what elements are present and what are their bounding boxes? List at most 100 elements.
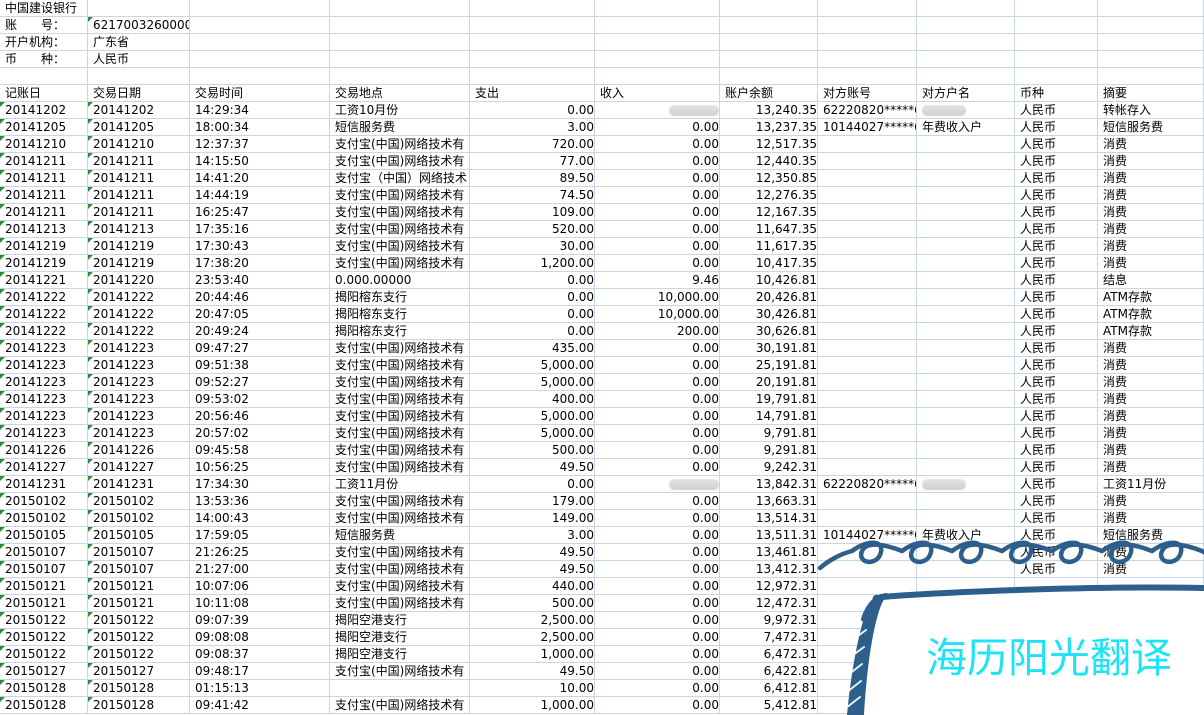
table-cell[interactable]: 0.00: [595, 646, 720, 663]
table-cell[interactable]: 0.00: [595, 527, 720, 544]
table-cell[interactable]: [720, 51, 818, 68]
table-cell[interactable]: 09:08:37: [190, 646, 330, 663]
table-cell[interactable]: 消费: [1098, 374, 1204, 391]
table-cell[interactable]: 人民币: [1015, 527, 1098, 544]
table-cell[interactable]: 人民币: [1015, 204, 1098, 221]
table-cell[interactable]: 消费: [1098, 510, 1204, 527]
table-cell[interactable]: [595, 0, 720, 17]
table-cell[interactable]: [330, 17, 470, 34]
table-cell[interactable]: 消费: [1098, 340, 1204, 357]
table-cell[interactable]: 揭阳空港支行: [330, 646, 470, 663]
table-cell[interactable]: 20141222: [0, 306, 88, 323]
table-cell[interactable]: [917, 136, 1015, 153]
table-cell[interactable]: 20150107: [88, 544, 190, 561]
table-cell[interactable]: 支付宝(中国)网络技术有: [330, 238, 470, 255]
table-cell[interactable]: 5,000.00: [470, 425, 595, 442]
table-cell[interactable]: 9.46: [595, 272, 720, 289]
table-cell[interactable]: 0.00: [595, 680, 720, 697]
table-cell[interactable]: [1098, 0, 1204, 17]
table-cell[interactable]: 20141223: [88, 374, 190, 391]
table-cell[interactable]: 人民币: [1015, 102, 1098, 119]
table-cell[interactable]: 0.00: [595, 663, 720, 680]
table-cell[interactable]: 20150122: [0, 612, 88, 629]
table-cell[interactable]: 400.00: [470, 391, 595, 408]
table-cell[interactable]: 20141219: [0, 238, 88, 255]
table-cell[interactable]: 支付宝(中国)网络技术有: [330, 204, 470, 221]
table-cell[interactable]: [818, 238, 917, 255]
table-cell[interactable]: [917, 374, 1015, 391]
table-cell[interactable]: 消费: [1098, 153, 1204, 170]
table-cell[interactable]: 支付宝(中国)网络技术有: [330, 663, 470, 680]
table-cell[interactable]: 0.00: [595, 408, 720, 425]
table-cell[interactable]: 支付宝(中国)网络技术有: [330, 357, 470, 374]
table-cell[interactable]: 30,191.81: [720, 340, 818, 357]
table-cell[interactable]: [917, 221, 1015, 238]
table-cell[interactable]: 20:57:02: [190, 425, 330, 442]
table-cell[interactable]: 0.00: [595, 153, 720, 170]
table-cell[interactable]: 09:48:17: [190, 663, 330, 680]
table-cell[interactable]: 20150102: [88, 493, 190, 510]
table-cell[interactable]: 179.00: [470, 493, 595, 510]
table-cell[interactable]: 支付宝(中国)网络技术有: [330, 408, 470, 425]
table-cell[interactable]: [818, 255, 917, 272]
table-cell[interactable]: 20141205: [0, 119, 88, 136]
table-cell[interactable]: 消费: [1098, 136, 1204, 153]
table-cell[interactable]: [917, 153, 1015, 170]
table-cell[interactable]: 20141220: [88, 272, 190, 289]
table-cell[interactable]: 20141227: [88, 459, 190, 476]
table-cell[interactable]: 0.00: [470, 102, 595, 119]
table-cell[interactable]: 12,276.35: [720, 187, 818, 204]
table-cell[interactable]: [190, 17, 330, 34]
table-cell[interactable]: [595, 34, 720, 51]
table-cell[interactable]: 435.00: [470, 340, 595, 357]
table-cell[interactable]: [1015, 51, 1098, 68]
table-cell[interactable]: 10,417.35: [720, 255, 818, 272]
table-cell[interactable]: 支付宝(中国)网络技术有: [330, 374, 470, 391]
table-cell[interactable]: [1015, 17, 1098, 34]
table-cell[interactable]: 20141223: [0, 340, 88, 357]
table-cell[interactable]: 0.00: [470, 306, 595, 323]
table-cell[interactable]: [917, 391, 1015, 408]
table-cell[interactable]: 支付宝(中国)网络技术有: [330, 561, 470, 578]
table-cell[interactable]: [917, 68, 1015, 85]
table-cell[interactable]: 13,511.31: [720, 527, 818, 544]
table-cell[interactable]: 09:08:08: [190, 629, 330, 646]
table-cell[interactable]: 20150102: [0, 493, 88, 510]
table-cell[interactable]: [1098, 68, 1204, 85]
table-cell[interactable]: 0.00: [470, 289, 595, 306]
table-cell[interactable]: 20150128: [0, 697, 88, 714]
table-cell[interactable]: [0, 68, 88, 85]
table-cell[interactable]: [917, 612, 1015, 629]
table-cell[interactable]: 10,426.81: [720, 272, 818, 289]
table-cell[interactable]: 支付宝(中国)网络技术有: [330, 340, 470, 357]
table-cell[interactable]: 10144027*****62: [818, 527, 917, 544]
table-cell[interactable]: 20141223: [0, 425, 88, 442]
table-cell[interactable]: [1015, 646, 1098, 663]
column-header[interactable]: 交易地点: [330, 85, 470, 102]
table-cell[interactable]: [330, 34, 470, 51]
table-cell[interactable]: 20150121: [88, 578, 190, 595]
table-cell[interactable]: [818, 204, 917, 221]
table-cell[interactable]: 20141231: [88, 476, 190, 493]
table-cell[interactable]: 支付宝(中国)网络技术有: [330, 136, 470, 153]
branch-value-cell[interactable]: 广东省: [88, 34, 190, 51]
table-cell[interactable]: [818, 221, 917, 238]
table-cell[interactable]: 0.00: [595, 340, 720, 357]
table-cell[interactable]: [1098, 697, 1204, 714]
table-cell[interactable]: 5,000.00: [470, 374, 595, 391]
table-cell[interactable]: [1098, 680, 1204, 697]
table-cell[interactable]: [470, 68, 595, 85]
table-cell[interactable]: [330, 51, 470, 68]
table-cell[interactable]: 13,663.31: [720, 493, 818, 510]
table-cell[interactable]: 10.00: [470, 680, 595, 697]
table-cell[interactable]: 20141211: [0, 204, 88, 221]
table-cell[interactable]: [1015, 68, 1098, 85]
table-cell[interactable]: 0.00: [595, 561, 720, 578]
table-cell[interactable]: 12,350.85: [720, 170, 818, 187]
table-cell[interactable]: 16:25:47: [190, 204, 330, 221]
table-cell[interactable]: 人民币: [1015, 170, 1098, 187]
column-header[interactable]: 账户余额: [720, 85, 818, 102]
table-cell[interactable]: 人民币: [1015, 357, 1098, 374]
table-cell[interactable]: [1015, 629, 1098, 646]
table-cell[interactable]: 20141211: [0, 153, 88, 170]
